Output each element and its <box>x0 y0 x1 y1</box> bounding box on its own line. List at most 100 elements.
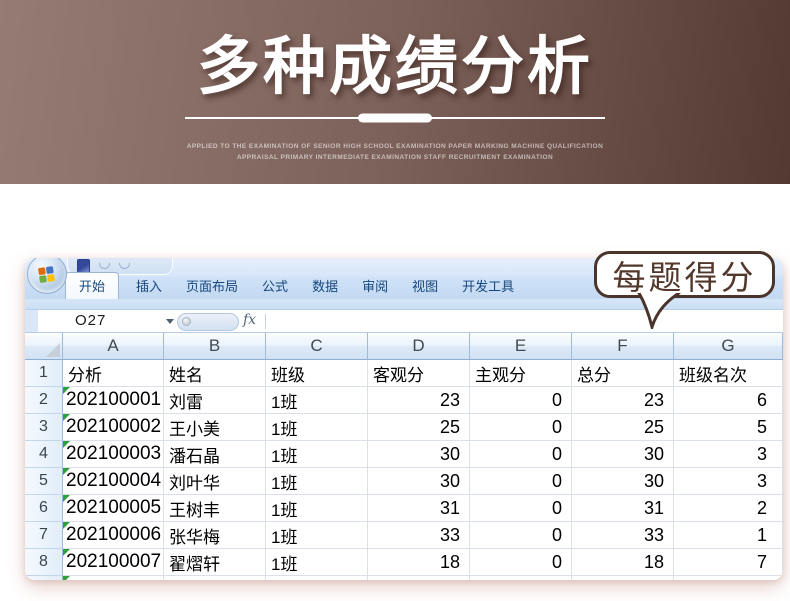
cell[interactable] <box>368 576 470 580</box>
column-header-g[interactable]: G <box>674 333 783 360</box>
ribbon-tab-review[interactable]: 审阅 <box>352 273 398 299</box>
ribbon-tab-page-layout[interactable]: 页面布局 <box>176 273 248 299</box>
redo-icon[interactable] <box>119 263 130 269</box>
cell[interactable]: 0 <box>470 387 572 414</box>
cell[interactable]: 30 <box>572 468 674 495</box>
row-header-2[interactable]: 2 <box>25 387 63 414</box>
cell-student-id[interactable]: 202100006 <box>63 522 164 549</box>
cell[interactable]: 33 <box>572 522 674 549</box>
row-header-3[interactable]: 3 <box>25 414 63 441</box>
row-header-7[interactable]: 7 <box>25 522 63 549</box>
cell[interactable]: 30 <box>572 441 674 468</box>
cell-student-id[interactable]: 202100005 <box>63 495 164 522</box>
cell[interactable]: 18 <box>572 549 674 576</box>
cell[interactable]: 25 <box>368 414 470 441</box>
row-header-1[interactable]: 1 <box>25 360 63 387</box>
cell[interactable]: 3 <box>674 468 783 495</box>
column-header-b[interactable]: B <box>164 333 266 360</box>
row-header-8[interactable]: 8 <box>25 549 63 576</box>
cell-student-id[interactable]: 202100002 <box>63 414 164 441</box>
cell[interactable]: 班级 <box>266 360 368 387</box>
cell[interactable]: 30 <box>368 468 470 495</box>
name-box[interactable]: O27 <box>75 310 106 332</box>
cell[interactable]: 王小美 <box>164 414 266 441</box>
cell[interactable]: 1班 <box>266 387 368 414</box>
ribbon-tab-developer[interactable]: 开发工具 <box>452 273 524 299</box>
cell[interactable]: 总分 <box>572 360 674 387</box>
cell[interactable]: 7 <box>674 549 783 576</box>
insert-function-button[interactable]: fx <box>243 312 256 328</box>
select-all-button[interactable] <box>25 333 63 360</box>
cell[interactable]: 0 <box>470 549 572 576</box>
cell[interactable]: 0 <box>470 468 572 495</box>
row-header-6[interactable]: 6 <box>25 495 63 522</box>
cell[interactable]: 1班 <box>266 441 368 468</box>
cell[interactable]: 0 <box>470 414 572 441</box>
ribbon-tab-data[interactable]: 数据 <box>302 273 348 299</box>
callout-tail <box>633 293 685 329</box>
cell[interactable]: 1班 <box>266 468 368 495</box>
cell[interactable]: 2 <box>674 495 783 522</box>
ribbon-tab-home[interactable]: 开始 <box>65 272 119 299</box>
cell[interactable]: 分析 <box>63 360 164 387</box>
name-box-dropdown-icon[interactable] <box>166 319 174 324</box>
row-header-9[interactable] <box>25 576 63 580</box>
cell[interactable]: 18 <box>368 549 470 576</box>
cell-text: 202100004 <box>66 470 161 492</box>
cell[interactable] <box>164 576 266 580</box>
cell-student-id[interactable]: 202100003 <box>63 441 164 468</box>
cell-student-id[interactable] <box>63 576 164 580</box>
cell-student-id[interactable]: 202100001 <box>63 387 164 414</box>
cell[interactable]: 王树丰 <box>164 495 266 522</box>
cell[interactable] <box>572 576 674 580</box>
cell[interactable]: 姓名 <box>164 360 266 387</box>
cell[interactable]: 23 <box>368 387 470 414</box>
cell[interactable]: 3 <box>674 441 783 468</box>
cell[interactable]: 刘雷 <box>164 387 266 414</box>
cell[interactable]: 翟熠轩 <box>164 549 266 576</box>
cell[interactable]: 客观分 <box>368 360 470 387</box>
cell[interactable]: 潘石晶 <box>164 441 266 468</box>
formula-bar-input[interactable] <box>266 310 783 331</box>
cell[interactable]: 0 <box>470 495 572 522</box>
column-header-c[interactable]: C <box>266 333 368 360</box>
ribbon-tab-view[interactable]: 视图 <box>402 273 448 299</box>
cell[interactable]: 主观分 <box>470 360 572 387</box>
cell[interactable] <box>266 576 368 580</box>
cell[interactable]: 31 <box>368 495 470 522</box>
column-header-a[interactable]: A <box>63 333 164 360</box>
cell[interactable]: 6 <box>674 387 783 414</box>
cell[interactable]: 班级名次 <box>674 360 783 387</box>
cell-student-id[interactable]: 202100007 <box>63 549 164 576</box>
excel-icon[interactable] <box>77 259 90 273</box>
cell[interactable] <box>674 576 783 580</box>
cell[interactable]: 0 <box>470 522 572 549</box>
cell-student-id[interactable]: 202100004 <box>63 468 164 495</box>
cell[interactable]: 31 <box>572 495 674 522</box>
column-header-e[interactable]: E <box>470 333 572 360</box>
cell[interactable]: 33 <box>368 522 470 549</box>
cell[interactable]: 1班 <box>266 549 368 576</box>
undo-icon[interactable] <box>99 263 110 269</box>
cell[interactable] <box>470 576 572 580</box>
cell[interactable]: 1班 <box>266 414 368 441</box>
cell[interactable]: 张华梅 <box>164 522 266 549</box>
ribbon-tab-insert[interactable]: 插入 <box>126 273 172 299</box>
cell[interactable]: 1 <box>674 522 783 549</box>
column-header-f[interactable]: F <box>572 333 674 360</box>
cell[interactable]: 23 <box>572 387 674 414</box>
banner-subtitle-line1: APPLIED TO THE EXAMINATION OF SENIOR HIG… <box>0 143 790 150</box>
cell[interactable]: 1班 <box>266 522 368 549</box>
row-header-5[interactable]: 5 <box>25 468 63 495</box>
cell[interactable]: 25 <box>572 414 674 441</box>
cell[interactable]: 刘叶华 <box>164 468 266 495</box>
number-stored-as-text-flag-icon <box>63 468 70 475</box>
cell[interactable]: 0 <box>470 441 572 468</box>
cell[interactable]: 5 <box>674 414 783 441</box>
ribbon-tab-formulas[interactable]: 公式 <box>252 273 298 299</box>
row-header-4[interactable]: 4 <box>25 441 63 468</box>
column-header-d[interactable]: D <box>368 333 470 360</box>
number-stored-as-text-flag-icon <box>63 495 70 502</box>
cell[interactable]: 1班 <box>266 495 368 522</box>
cell[interactable]: 30 <box>368 441 470 468</box>
